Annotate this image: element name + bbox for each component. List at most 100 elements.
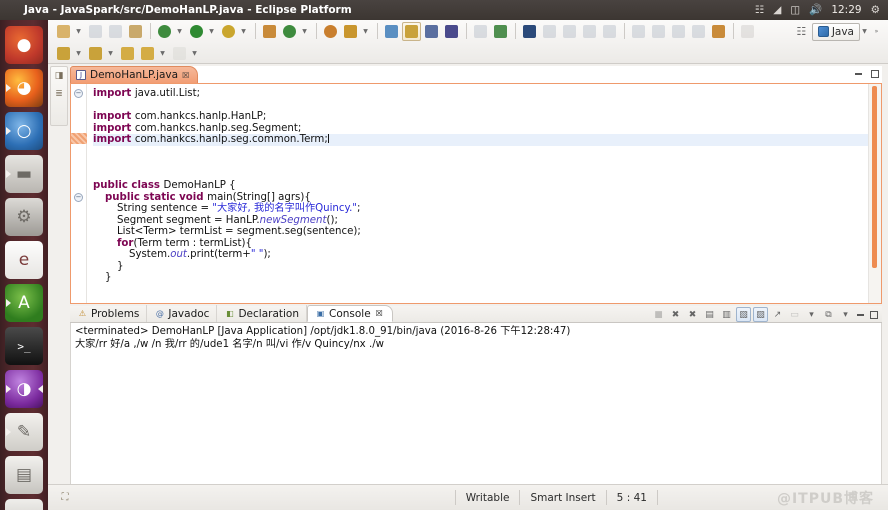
launcher-item-firefox[interactable]: ◕	[5, 69, 43, 107]
code-text-area[interactable]: import java.util.List; import com.hankcs…	[87, 84, 868, 303]
remove-launch-button[interactable]: ✖	[668, 307, 683, 322]
step-filters-button[interactable]	[709, 22, 728, 41]
launcher-item-system-settings[interactable]: ⚙	[5, 198, 43, 236]
editor-tab-demohanlp[interactable]: J DemoHanLP.java ☒	[70, 66, 199, 83]
open-type-button[interactable]	[321, 22, 340, 41]
run-external-tools-button[interactable]	[219, 22, 238, 41]
forward-history-button	[170, 44, 189, 63]
code-token: .print(term+	[186, 249, 251, 260]
pin-editor-icon	[741, 24, 754, 38]
previous-annotation-button[interactable]	[86, 44, 105, 63]
new-java-package-button[interactable]	[260, 22, 279, 41]
battery-icon[interactable]: ◫	[790, 5, 800, 16]
code-token: for	[117, 237, 134, 249]
print-button[interactable]	[126, 22, 145, 41]
tab-console[interactable]: ▣ Console ☒	[307, 305, 393, 322]
launcher-item-terminal[interactable]: >_	[5, 327, 43, 365]
show-whitespace-button[interactable]	[422, 22, 441, 41]
separator-4	[377, 23, 378, 39]
session-gear-icon[interactable]: ⚙	[871, 5, 880, 16]
tab-problems[interactable]: ⚠ Problems	[70, 305, 148, 322]
perspective-overflow-icon[interactable]: »	[872, 22, 881, 41]
resume-icon	[543, 24, 556, 38]
tab-console-label: Console	[329, 307, 371, 320]
new-wizard-dropdown[interactable]: ▼	[74, 22, 83, 41]
scrollbar-thumb[interactable]	[872, 86, 877, 268]
remove-all-terminated-button[interactable]: ✖	[685, 307, 700, 322]
perspective-switcher: ☷ Java ▼ »	[792, 22, 884, 41]
fold-toggle-icon[interactable]: −	[74, 89, 83, 98]
launcher-item-eclipse[interactable]: ◑	[5, 370, 43, 408]
console-toolbar: ■ ✖ ✖ ▤ ▥ ▧ ▨ ↗ ▭ ▾ ⧉ ▾	[651, 307, 882, 322]
close-icon[interactable]: ☒	[374, 308, 385, 319]
editor-vertical-scrollbar[interactable]	[868, 84, 881, 303]
show-console-on-output-button[interactable]: ▥	[719, 307, 734, 322]
launcher-item-ubuntu-dash[interactable]: ●	[5, 26, 43, 64]
new-wizard-button[interactable]	[54, 22, 73, 41]
run-external-tools-icon	[222, 24, 235, 38]
run-dropdown[interactable]: ▼	[207, 22, 216, 41]
editor-tab-bar: J DemoHanLP.java ☒	[70, 66, 882, 83]
outline-view-icon[interactable]: ≣	[53, 88, 66, 100]
tab-javadoc[interactable]: @ Javadoc	[147, 305, 218, 322]
back-history-button[interactable]	[138, 44, 157, 63]
console-output[interactable]: <terminated> DemoHanLP [Java Application…	[70, 323, 882, 500]
bottom-minimize-icon[interactable]	[855, 309, 866, 320]
fold-toggle-icon[interactable]: −	[74, 192, 83, 202]
separator-3	[316, 23, 317, 39]
launcher-item-files[interactable]: ▬	[5, 155, 43, 193]
run-button[interactable]	[187, 22, 206, 41]
launcher-item-pdf-reader[interactable]: e	[5, 241, 43, 279]
previous-annotation-dropdown[interactable]: ▼	[106, 44, 115, 63]
save-all-icon	[109, 24, 122, 38]
view-menu-dropdown[interactable]: ▾	[838, 307, 853, 322]
launcher-item-disk-drive[interactable]: ▤	[5, 456, 43, 494]
editor-gutter[interactable]: − −	[71, 84, 87, 303]
tab-declaration[interactable]: ◧ Declaration	[217, 305, 307, 322]
minimize-icon[interactable]	[853, 68, 864, 79]
launcher-item-text-editor[interactable]: ✎	[5, 413, 43, 451]
toggle-breakpoint-button[interactable]	[520, 22, 539, 41]
close-icon[interactable]: ☒	[182, 71, 189, 80]
toggle-mark-occurrences-button[interactable]	[382, 22, 401, 41]
scroll-lock-button[interactable]: ▧	[736, 307, 751, 322]
external-tools-dropdown[interactable]: ▼	[239, 22, 248, 41]
keyboard-icon[interactable]: ☷	[755, 5, 764, 16]
perspective-java-button[interactable]: Java	[811, 22, 860, 41]
forward-history-dropdown[interactable]: ▼	[190, 44, 199, 63]
search-button[interactable]	[341, 22, 360, 41]
volume-icon[interactable]: 🔊	[809, 5, 822, 16]
toggle-block-selection-button[interactable]	[402, 21, 421, 41]
clock[interactable]: 12:29	[831, 4, 861, 16]
new-class-dropdown[interactable]: ▼	[300, 22, 309, 41]
next-annotation-button[interactable]	[54, 44, 73, 63]
new-java-class-button[interactable]	[280, 22, 299, 41]
back-history-dropdown[interactable]: ▼	[158, 44, 167, 63]
code-line: public static void main(String[] agrs){	[93, 192, 868, 204]
bottom-maximize-icon[interactable]	[868, 309, 879, 320]
open-perspective-icon[interactable]: ☷	[792, 22, 811, 41]
next-annotation-dropdown[interactable]: ▼	[74, 44, 83, 63]
pin-console-button[interactable]: ▨	[753, 307, 768, 322]
step-return-button	[669, 22, 688, 41]
launcher-item-chromium[interactable]: ○	[5, 112, 43, 150]
print-icon	[129, 24, 142, 38]
last-edit-location-button[interactable]	[118, 44, 137, 63]
debug-dropdown[interactable]: ▼	[175, 22, 184, 41]
restore-package-explorer-icon[interactable]: ◨	[53, 70, 66, 82]
debug-button[interactable]	[155, 22, 174, 41]
chevron-down-icon[interactable]: ▼	[860, 22, 869, 41]
toggle-word-wrap-button[interactable]	[442, 22, 461, 41]
new-console-view-button[interactable]: ⧉	[821, 307, 836, 322]
console-line: <terminated> DemoHanLP [Java Application…	[75, 326, 571, 337]
open-console-dropdown[interactable]: ▾	[804, 307, 819, 322]
clear-console-button[interactable]: ▤	[702, 307, 717, 322]
wifi-icon[interactable]: ◢	[773, 5, 781, 16]
launcher-item-android-studio[interactable]: A	[5, 284, 43, 322]
maximize-icon[interactable]	[869, 68, 880, 79]
display-selected-console-button[interactable]: ↗	[770, 307, 785, 322]
search-dropdown[interactable]: ▼	[361, 22, 370, 41]
launcher-item-workspace-stack[interactable]	[5, 499, 43, 510]
forward-button[interactable]	[491, 22, 510, 41]
